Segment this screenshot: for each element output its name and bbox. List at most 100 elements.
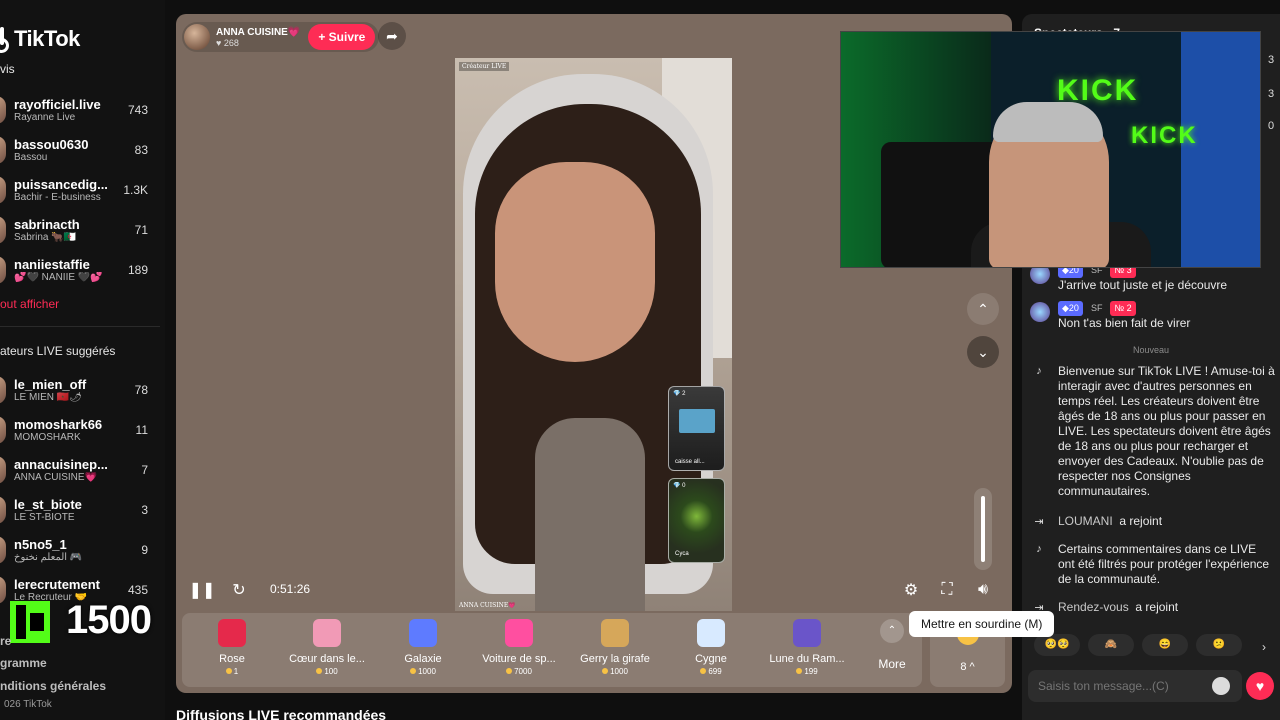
account-username: momoshark66 (14, 417, 103, 432)
gift-price: 1000 (378, 667, 468, 676)
account-username: n5no5_1 (14, 537, 67, 552)
join-message: ⇥ Rendez-vous a rejoint (1030, 600, 1276, 619)
quick-emoji-button[interactable]: 😕 (1196, 634, 1242, 656)
mute-tooltip: Mettre en sourdine (M) (909, 611, 1055, 637)
gift-item[interactable]: Lune du Ram... 199 (762, 619, 852, 676)
giraffe-icon (601, 619, 629, 647)
sidebar-account-item[interactable]: naniiestaffie 💕🖤 NANIIE 🖤💕 189 (0, 252, 156, 288)
host-name[interactable]: ANNA CUISINE💗 (216, 27, 300, 38)
avatar (0, 256, 6, 284)
more-label: More (878, 657, 906, 671)
wallet-count: 8 ^ (960, 661, 975, 673)
gift-item[interactable]: Gerry la girafe 1000 (570, 619, 660, 676)
volume-icon[interactable]: 🔊︎ (972, 580, 994, 600)
sidebar-suggested-item[interactable]: momoshark66 MOMOSHARK 11 (0, 412, 156, 448)
next-live-button[interactable]: ⌄ (967, 336, 999, 368)
message-text: J'arrive tout juste et je découvre (1058, 278, 1228, 292)
quick-emoji-button[interactable]: 😄 (1142, 634, 1188, 656)
rank-badge: № 2 (1110, 301, 1136, 316)
gift-item[interactable]: Voiture de sp... 7000 (474, 619, 564, 676)
chevron-up-icon: ⌃ (880, 619, 904, 643)
avatar (0, 536, 6, 564)
gift-name: Cœur dans le... (289, 653, 365, 665)
guest-tile[interactable]: 💎 2 caisse all... (668, 386, 725, 471)
sidebar-account-item[interactable]: rayofficiel.live Rayanne Live 743 (0, 92, 156, 128)
host-avatar[interactable] (184, 24, 210, 50)
suggested-section-label: ateurs LIVE suggérés (0, 344, 116, 358)
divider (0, 326, 160, 327)
elapsed-time: 0:51:26 (270, 582, 311, 596)
enter-icon: ⇥ (1034, 516, 1044, 528)
join-username[interactable]: Rendez-vous (1058, 600, 1129, 614)
gift-price: 100 (282, 667, 372, 676)
footer-link[interactable]: gramme (0, 656, 47, 670)
video-face (495, 162, 655, 362)
refresh-icon[interactable]: ↻ (228, 580, 250, 600)
video-watermark-name: ANNA CUISINE💗 (459, 602, 516, 609)
guest-tile[interactable]: 💎 0 Cyca (668, 478, 725, 563)
gift-name: Cygne (695, 653, 727, 665)
quick-emoji-button[interactable]: 🥺🥺 (1034, 634, 1080, 656)
footer-link[interactable]: nditions générales (0, 679, 106, 693)
quick-emoji-button[interactable]: 🙈 (1088, 634, 1134, 656)
footer-link[interactable]: re (0, 634, 11, 648)
account-username: puissancedig... (14, 177, 108, 192)
viewer-count: 71 (134, 223, 148, 237)
chat-message-input[interactable] (1028, 670, 1242, 702)
level-badge: ◆20 (1058, 301, 1083, 316)
gift-item[interactable]: Galaxie 1000 (378, 619, 468, 676)
left-sidebar: TikTok vis rayofficiel.live Rayanne Live … (0, 0, 165, 720)
sidebar-suggested-item[interactable]: le_st_biote LE ST-BIOTE 3 (0, 492, 156, 528)
avatar[interactable] (1030, 302, 1050, 322)
chat-message[interactable]: ◆20 SF № 2 Non t'as bien fait de virer (1030, 300, 1276, 331)
avatar (0, 416, 6, 444)
host-like-count: ♥ 268 (216, 37, 239, 48)
gift-name: Voiture de sp... (482, 653, 556, 665)
follow-button[interactable]: + Suivre (308, 24, 376, 50)
sidebar-suggested-item[interactable]: n5no5_1 المعلم نخنوخ 🎮 9 (0, 532, 156, 568)
moon-icon (793, 619, 821, 647)
account-username: rayofficiel.live (14, 97, 101, 112)
user-tag: SF (1090, 303, 1103, 313)
guest-name: Cyca (675, 551, 689, 557)
pause-icon[interactable]: ❚❚ (189, 580, 216, 600)
gift-price: 699 (666, 667, 756, 676)
video-creator-tag: Créateur LIVE (459, 62, 510, 71)
account-subtitle: LE MIEN 🇲🇦🌶 (14, 392, 82, 403)
tiktok-note-icon (0, 27, 10, 53)
side-count: 3 (1268, 88, 1275, 100)
previous-live-button[interactable]: ⌃ (967, 293, 999, 325)
sidebar-account-item[interactable]: bassou0630 Bassou 83 (0, 132, 156, 168)
brand-name: TikTok (14, 26, 80, 51)
sports-car-icon (505, 619, 533, 647)
sidebar-account-item[interactable]: sabrinacth Sabrina 🐂🇩🇿 71 (0, 212, 156, 248)
account-username: bassou0630 (14, 137, 89, 152)
gift-item[interactable]: Cygne 699 (666, 619, 756, 676)
avatar (0, 136, 6, 164)
host-info[interactable]: ANNA CUISINE💗 ♥ 268 + Suivre (182, 22, 380, 52)
guest-gift-count: 💎 2 (673, 391, 686, 397)
tiktok-logo[interactable]: TikTok (0, 26, 80, 53)
sidebar-suggested-item[interactable]: annacuisinep... ANNA CUISINE💗 7 (0, 452, 156, 488)
account-username: naniiestaffie (14, 257, 90, 272)
sidebar-account-item[interactable]: puissancedig... Bachir - E-business 1.3K (0, 172, 156, 208)
see-all-link[interactable]: out afficher (0, 297, 59, 311)
like-heart-button[interactable]: ♥ (1246, 672, 1274, 700)
webcam-hair (993, 102, 1103, 142)
chevron-right-icon[interactable]: › (1262, 640, 1266, 654)
join-username[interactable]: LOUMANI (1058, 514, 1113, 528)
account-subtitle: Sabrina 🐂🇩🇿 (14, 232, 77, 243)
settings-icon[interactable]: ⚙ (900, 580, 922, 600)
welcome-text: Bienvenue sur TikTok LIVE ! Amuse-toi à … (1058, 364, 1275, 498)
sidebar-suggested-item[interactable]: le_mien_off LE MIEN 🇲🇦🌶 78 (0, 372, 156, 408)
viewer-count: 83 (134, 143, 148, 157)
kick-sign-icon: KICK (1131, 122, 1198, 149)
video-clothing (535, 418, 645, 611)
gift-item[interactable]: Cœur dans le... 100 (282, 619, 372, 676)
fullscreen-icon[interactable]: ⛶ (936, 580, 958, 600)
viewer-count: 435 (127, 583, 148, 597)
gift-item[interactable]: Rose 1 (187, 619, 277, 676)
volume-slider[interactable] (974, 488, 992, 570)
share-icon[interactable]: ➦ (378, 22, 406, 50)
emoji-picker-icon[interactable] (1212, 677, 1230, 695)
